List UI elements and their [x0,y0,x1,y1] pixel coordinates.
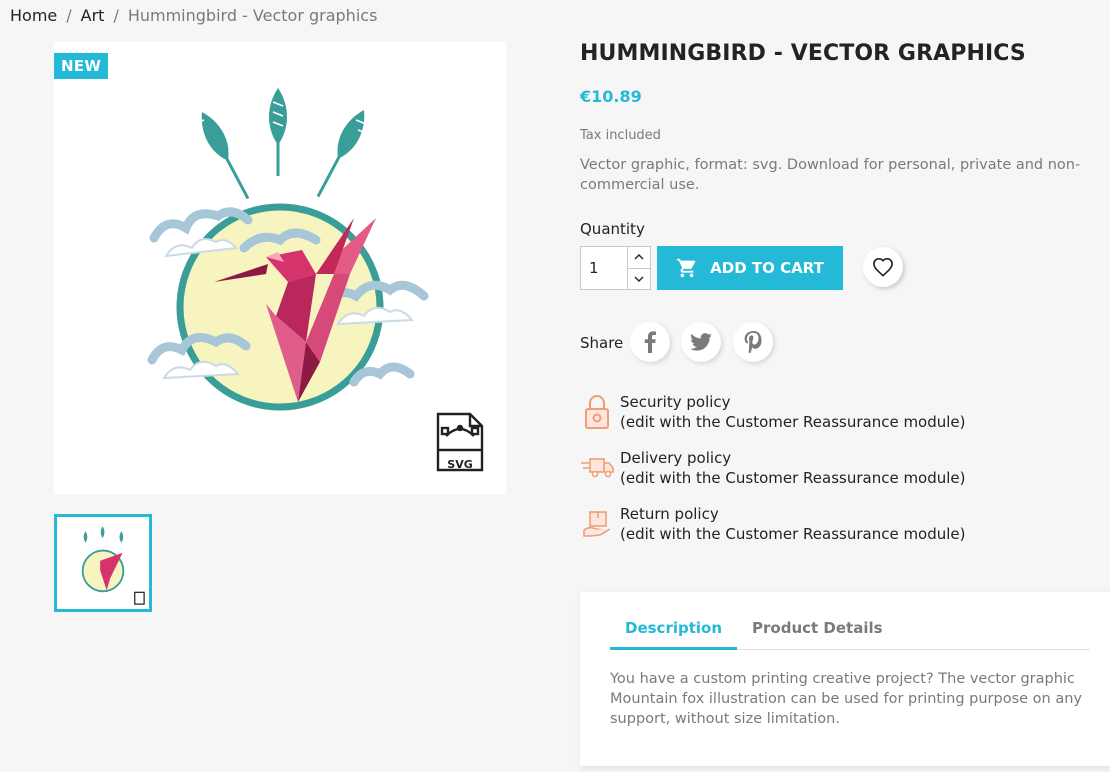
quantity-input[interactable] [581,247,627,289]
reassurance-subtitle: (edit with the Customer Reassurance modu… [620,525,966,543]
return-package-icon [583,511,611,537]
reassurance-title: Security policy [620,393,731,411]
pinterest-icon [744,331,762,353]
share-facebook-button[interactable] [630,322,670,362]
breadcrumb: Home / Art / Hummingbird - Vector graphi… [10,6,377,25]
share-pinterest-button[interactable] [733,322,773,362]
reassurance-icon [580,504,614,544]
breadcrumb-home-link[interactable]: Home [10,6,57,25]
product-thumbnail[interactable] [54,514,152,612]
lock-icon [585,395,609,429]
tab-product-details[interactable]: Product Details [737,616,898,650]
delivery-truck-icon [581,458,614,478]
heart-icon [873,257,893,277]
short-description: Vector graphic, format: svg. Download fo… [580,157,1081,193]
breadcrumb-art-link[interactable]: Art [81,6,105,25]
breadcrumb-separator: / [113,6,119,25]
reassurance-title: Delivery policy [620,449,732,467]
product-tabs: Description Product Details [610,616,1090,650]
description-text: You have a custom printing creative proj… [610,671,1082,727]
quantity-buttons [627,247,650,289]
reassurance-icon [580,392,614,432]
svg-format-label: SVG [447,458,472,471]
chevron-down-icon [634,276,644,282]
breadcrumb-current: Hummingbird - Vector graphics [127,6,378,25]
reassurance-icon [580,448,614,488]
quantity-stepper [580,246,651,290]
tab-description[interactable]: Description [610,616,738,650]
twitter-icon [690,333,712,351]
reassurance-security: Security policy (edit with the Customer … [580,392,1060,432]
share-twitter-button[interactable] [681,322,721,362]
thumbnail-hummingbird-illustration [81,526,145,605]
product-price: €10.89 [580,87,642,106]
new-badge: NEW [54,53,109,79]
product-tabs-card: Description Product Details You have a c… [580,592,1110,766]
hummingbird-illustration: SVG [147,88,484,472]
tax-label: Tax included [580,128,661,143]
quantity-increase-button[interactable] [628,247,650,269]
quantity-decrease-button[interactable] [628,268,650,289]
reassurance-subtitle: (edit with the Customer Reassurance modu… [620,413,966,431]
product-cover-image[interactable]: SVG [54,42,506,494]
reassurance-delivery: Delivery policy (edit with the Customer … [580,448,1060,488]
product-title: HUMMINGBIRD - VECTOR GRAPHICS [580,41,1026,66]
chevron-up-icon [634,254,644,260]
wishlist-button[interactable] [863,247,903,287]
breadcrumb-separator: / [66,6,72,25]
add-to-cart-button[interactable]: ADD TO CART [657,246,843,290]
reassurance-title: Return policy [620,505,719,523]
add-to-cart-label: ADD TO CART [710,259,824,277]
quantity-label: Quantity [580,220,645,238]
reassurance-subtitle: (edit with the Customer Reassurance modu… [620,469,966,487]
share-label: Share [580,334,624,352]
reassurance-return: Return policy (edit with the Customer Re… [580,504,1060,544]
facebook-icon [644,331,656,353]
shopping-cart-icon [677,258,696,278]
